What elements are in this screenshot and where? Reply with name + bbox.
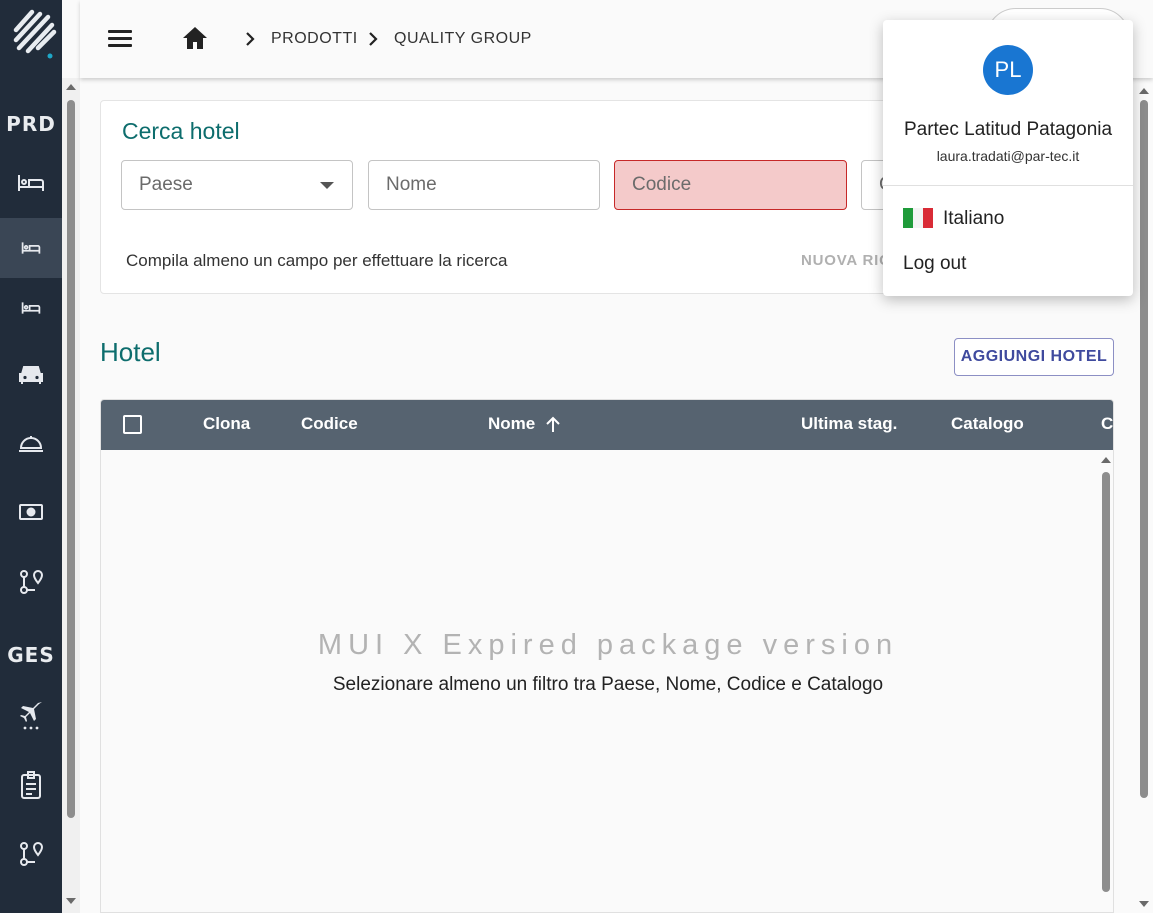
user-menu: PL Partec Latitud Patagonia laura.tradat…: [883, 20, 1133, 296]
home-icon[interactable]: [182, 26, 208, 50]
hotel-section-title: Hotel: [100, 337, 161, 367]
paese-select[interactable]: Paese: [121, 160, 353, 210]
column-codice[interactable]: Codice: [301, 414, 358, 434]
sidebar-item-room-service[interactable]: [0, 413, 62, 473]
sidebar-item-flight[interactable]: [0, 685, 62, 745]
scroll-down-arrow-icon[interactable]: [1139, 901, 1149, 907]
new-search-button[interactable]: NUOVA RIC: [801, 252, 891, 269]
room-service-icon: [19, 436, 43, 452]
column-nome[interactable]: Nome: [488, 414, 535, 434]
user-name: Partec Latitud Patagonia: [903, 119, 1113, 140]
column-partial[interactable]: C: [1101, 414, 1113, 434]
column-clona[interactable]: Clona: [203, 414, 250, 434]
avatar: PL: [983, 45, 1033, 95]
grid-scrollbar[interactable]: [1097, 450, 1113, 912]
sidebar-item-hotel-2[interactable]: [0, 278, 62, 338]
codice-input[interactable]: Codice: [614, 160, 847, 210]
codice-placeholder: Codice: [632, 174, 692, 195]
scroll-up-arrow-icon[interactable]: [66, 84, 76, 90]
sidebar-item-car[interactable]: [0, 344, 62, 404]
sidebar-item-route[interactable]: [0, 552, 62, 612]
sidebar: PRD GES: [0, 0, 62, 913]
flight-icon: [20, 702, 42, 730]
column-catalogo[interactable]: Catalogo: [951, 414, 1024, 434]
chevron-right-icon: [246, 32, 255, 46]
section-label-ges: GES: [7, 643, 55, 667]
menu-item-logout[interactable]: Log out: [883, 242, 1133, 286]
sidebar-item-route-2[interactable]: [0, 824, 62, 884]
breadcrumb-prodotti[interactable]: PRODOTTI: [271, 30, 358, 48]
column-ultima-stag[interactable]: Ultima stag.: [801, 414, 897, 434]
menu-item-language[interactable]: Italiano: [883, 197, 1133, 241]
language-label: Italiano: [943, 208, 1005, 229]
breadcrumb-quality-group[interactable]: QUALITY GROUP: [394, 30, 532, 48]
nome-placeholder: Nome: [386, 174, 437, 195]
route-icon: [20, 569, 43, 594]
license-watermark: MUI X Expired package version: [317, 629, 899, 661]
hotel-grid: Clona Codice Nome Ultima stag. Catalogo …: [100, 399, 1114, 913]
scroll-down-arrow-icon[interactable]: [66, 898, 76, 904]
sidebar-item-badge[interactable]: [0, 755, 62, 815]
nome-input[interactable]: Nome: [368, 160, 600, 210]
search-title: Cerca hotel: [122, 118, 240, 144]
dropdown-arrow-icon: [320, 182, 334, 189]
scroll-up-arrow-icon[interactable]: [1101, 457, 1111, 463]
bed-small-icon: [21, 302, 41, 314]
left-scrollbar[interactable]: [62, 78, 80, 913]
car-icon: [19, 366, 43, 384]
search-hint: Compila almeno un campo per effettuare l…: [126, 251, 508, 270]
chevron-right-icon: [369, 32, 378, 46]
menu-icon[interactable]: [108, 30, 132, 50]
bed-small-icon: [21, 242, 41, 254]
section-label-prd: PRD: [6, 112, 56, 136]
scrollbar-thumb[interactable]: [67, 100, 75, 818]
route-icon: [20, 841, 43, 866]
scroll-up-arrow-icon[interactable]: [1139, 88, 1149, 94]
bed-icon: [18, 175, 44, 191]
italian-flag-icon: [903, 208, 933, 228]
badge-icon: [21, 771, 41, 799]
menu-divider: [883, 185, 1133, 186]
empty-message: Selezionare almeno un filtro tra Paese, …: [332, 674, 884, 695]
add-hotel-button[interactable]: AGGIUNGI HOTEL: [954, 338, 1114, 376]
sidebar-item-money[interactable]: [0, 482, 62, 542]
select-all-checkbox[interactable]: [123, 415, 142, 434]
paese-placeholder: Paese: [139, 174, 193, 195]
app-logo[interactable]: [10, 6, 62, 60]
sidebar-item-hotel[interactable]: [0, 153, 62, 213]
sidebar-item-hotel-active[interactable]: [0, 218, 62, 278]
arrow-up-icon[interactable]: [545, 416, 561, 434]
grid-scrollbar-thumb[interactable]: [1102, 472, 1110, 892]
money-icon: [19, 504, 43, 520]
grid-header: Clona Codice Nome Ultima stag. Catalogo …: [101, 400, 1113, 450]
page-scrollbar[interactable]: [1135, 78, 1153, 913]
logout-label: Log out: [903, 253, 967, 274]
page-scrollbar-thumb[interactable]: [1140, 100, 1148, 798]
user-email: laura.tradati@par-tec.it: [936, 148, 1080, 164]
